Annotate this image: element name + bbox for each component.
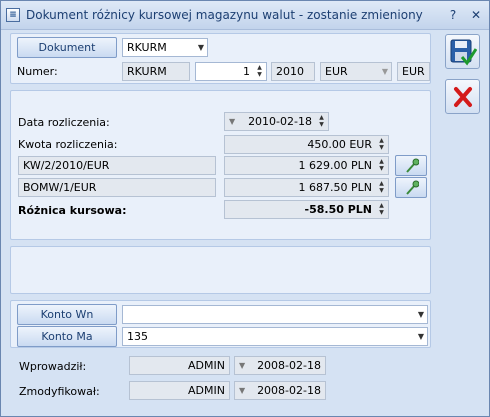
currency-select-value: EUR bbox=[325, 65, 348, 78]
close-icon bbox=[454, 87, 472, 107]
account-ma-value: 135 bbox=[127, 330, 148, 343]
calendar-dropdown-icon: ▼ bbox=[239, 386, 246, 395]
dialog-window: ≡ Dokument różnicy kursowej magazynu wal… bbox=[0, 0, 490, 417]
chevron-down-icon: ▼ bbox=[417, 332, 424, 341]
document-type-value: RKURM bbox=[127, 41, 167, 54]
calendar-dropdown-icon[interactable]: ▼ bbox=[229, 113, 235, 130]
document-button[interactable]: Dokument bbox=[17, 37, 117, 58]
title-bar: ≡ Dokument różnicy kursowej magazynu wal… bbox=[1, 1, 489, 30]
chevron-down-icon: ▼ bbox=[381, 67, 388, 76]
account-wn-button[interactable]: Konto Wn bbox=[17, 304, 117, 325]
number-value: 1 bbox=[243, 65, 250, 78]
chevron-down-icon: ▼ bbox=[197, 43, 204, 52]
spinner-icon: ▲ ▼ bbox=[379, 137, 384, 151]
document-type-combo[interactable]: RKURM ▼ bbox=[122, 38, 208, 57]
number-field[interactable]: 1 ▲ ▼ bbox=[195, 62, 267, 81]
modified-date-field: ▼ 2008-02-18 bbox=[234, 381, 326, 400]
number-year-field: 2010 bbox=[271, 62, 315, 81]
pipette-icon bbox=[406, 180, 419, 195]
help-button[interactable]: ? bbox=[446, 8, 460, 22]
spinner-icon: ▲ ▼ bbox=[379, 202, 384, 216]
window-title: Dokument różnicy kursowej magazynu walut… bbox=[26, 8, 423, 22]
account-wn-combo[interactable]: ▼ bbox=[122, 305, 428, 324]
modified-by-label: Zmodyfikował: bbox=[19, 385, 100, 398]
document1-name-field: KW/2/2010/EUR bbox=[18, 156, 216, 175]
accounts-panel: Konto Wn ▼ Konto Ma 135 ▼ bbox=[10, 300, 431, 348]
amount-value: 450.00 EUR bbox=[307, 138, 372, 151]
app-icon: ≡ bbox=[6, 8, 20, 22]
date-label: Data rozliczenia: bbox=[18, 116, 110, 129]
chevron-down-icon: ▼ bbox=[417, 310, 424, 319]
save-button[interactable] bbox=[445, 34, 480, 69]
exchange-difference-field: -58.50 PLN ▲ ▼ bbox=[224, 200, 389, 219]
document2-pick-button[interactable] bbox=[395, 177, 427, 198]
amount-field: 450.00 EUR ▲ ▼ bbox=[224, 135, 389, 154]
calendar-dropdown-icon: ▼ bbox=[239, 361, 246, 370]
number-prefix-field: RKURM bbox=[122, 62, 190, 81]
currency-combo[interactable]: EUR ▼ bbox=[320, 62, 392, 81]
created-date-value: 2008-02-18 bbox=[257, 359, 321, 372]
save-icon bbox=[450, 39, 477, 66]
pipette-icon bbox=[406, 158, 419, 173]
document-header-panel: Dokument RKURM ▼ Numer: RKURM 1 ▲ ▼ 2010 … bbox=[10, 33, 431, 84]
cancel-button[interactable] bbox=[445, 79, 480, 114]
account-ma-combo[interactable]: 135 ▼ bbox=[122, 327, 428, 346]
spinner-icon: ▲ ▼ bbox=[379, 180, 384, 194]
close-button[interactable]: ✕ bbox=[469, 8, 483, 22]
spinner-icon[interactable]: ▲ ▼ bbox=[316, 114, 327, 129]
document1-pick-button[interactable] bbox=[395, 155, 427, 176]
settlement-panel: Data rozliczenia: ▼ 2010-02-18 ▲ ▼ Kwota … bbox=[10, 90, 431, 240]
amount-label: Kwota rozliczenia: bbox=[18, 138, 118, 151]
empty-panel bbox=[10, 246, 431, 294]
document2-name-field: BOMW/1/EUR bbox=[18, 178, 216, 197]
spinner-icon: ▲ ▼ bbox=[379, 158, 384, 172]
number-label: Numer: bbox=[17, 65, 58, 78]
exchange-difference-label: Różnica kursowa: bbox=[18, 204, 127, 217]
exchange-difference-value: -58.50 PLN bbox=[304, 203, 372, 216]
modified-date-value: 2008-02-18 bbox=[257, 384, 321, 397]
account-ma-button[interactable]: Konto Ma bbox=[17, 326, 117, 347]
document2-value: 1 687.50 PLN bbox=[298, 181, 372, 194]
date-field[interactable]: ▼ 2010-02-18 ▲ ▼ bbox=[224, 112, 329, 131]
currency-suffix-field: EUR bbox=[397, 62, 430, 81]
date-value: 2010-02-18 bbox=[248, 115, 312, 128]
created-by-field: ADMIN bbox=[129, 356, 230, 375]
document2-value-field: 1 687.50 PLN ▲ ▼ bbox=[224, 178, 389, 197]
document1-value: 1 629.00 PLN bbox=[298, 159, 372, 172]
spinner-icon[interactable]: ▲ ▼ bbox=[254, 64, 265, 79]
modified-by-field: ADMIN bbox=[129, 381, 230, 400]
created-by-label: Wprowadził: bbox=[19, 360, 87, 373]
created-date-field: ▼ 2008-02-18 bbox=[234, 356, 326, 375]
document1-value-field: 1 629.00 PLN ▲ ▼ bbox=[224, 156, 389, 175]
